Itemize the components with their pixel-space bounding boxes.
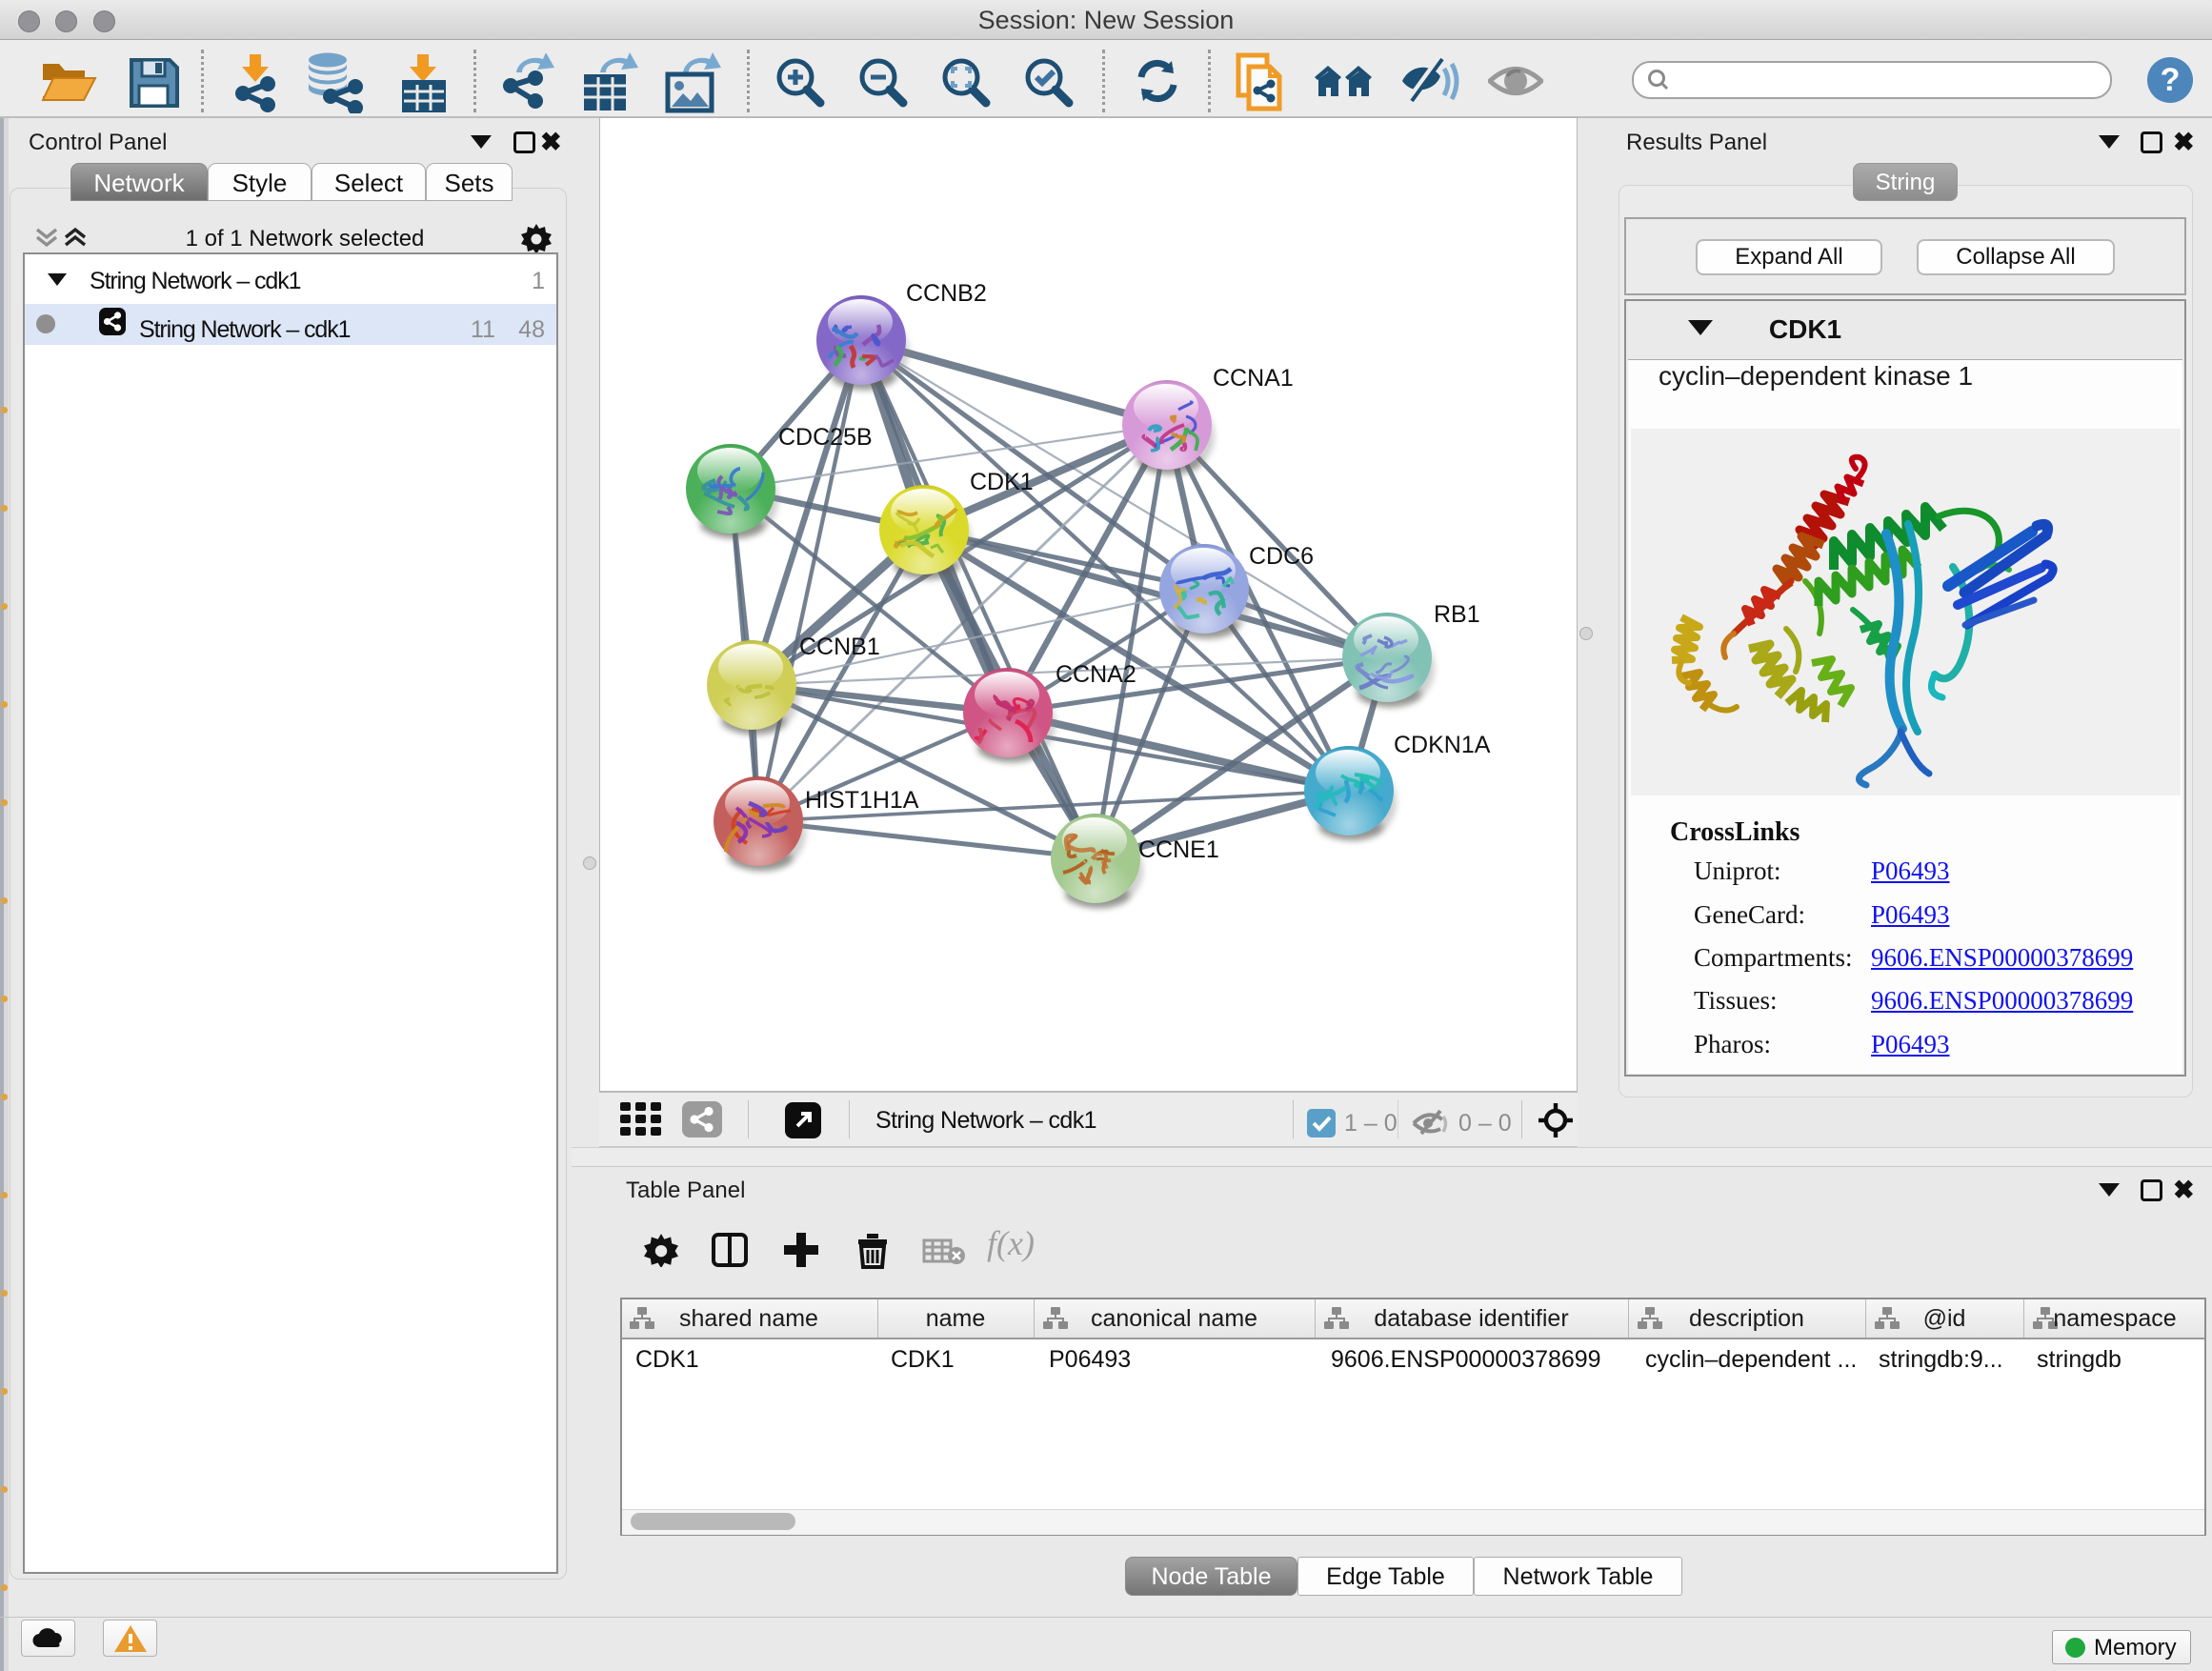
svg-text:RB1: RB1 [1434, 601, 1480, 628]
svg-text:CDC25B: CDC25B [778, 424, 873, 451]
svg-text:CCNE1: CCNE1 [1138, 836, 1219, 863]
svg-text:CCNA1: CCNA1 [1213, 365, 1294, 392]
svg-text:CCNB1: CCNB1 [799, 634, 880, 660]
svg-text:CDKN1A: CDKN1A [1394, 732, 1491, 758]
svg-text:CDK1: CDK1 [970, 469, 1034, 495]
svg-text:HIST1H1A: HIST1H1A [805, 787, 919, 814]
svg-text:CCNB2: CCNB2 [906, 280, 987, 307]
svg-text:CDC6: CDC6 [1249, 543, 1314, 570]
svg-text:CCNA2: CCNA2 [1056, 661, 1136, 688]
